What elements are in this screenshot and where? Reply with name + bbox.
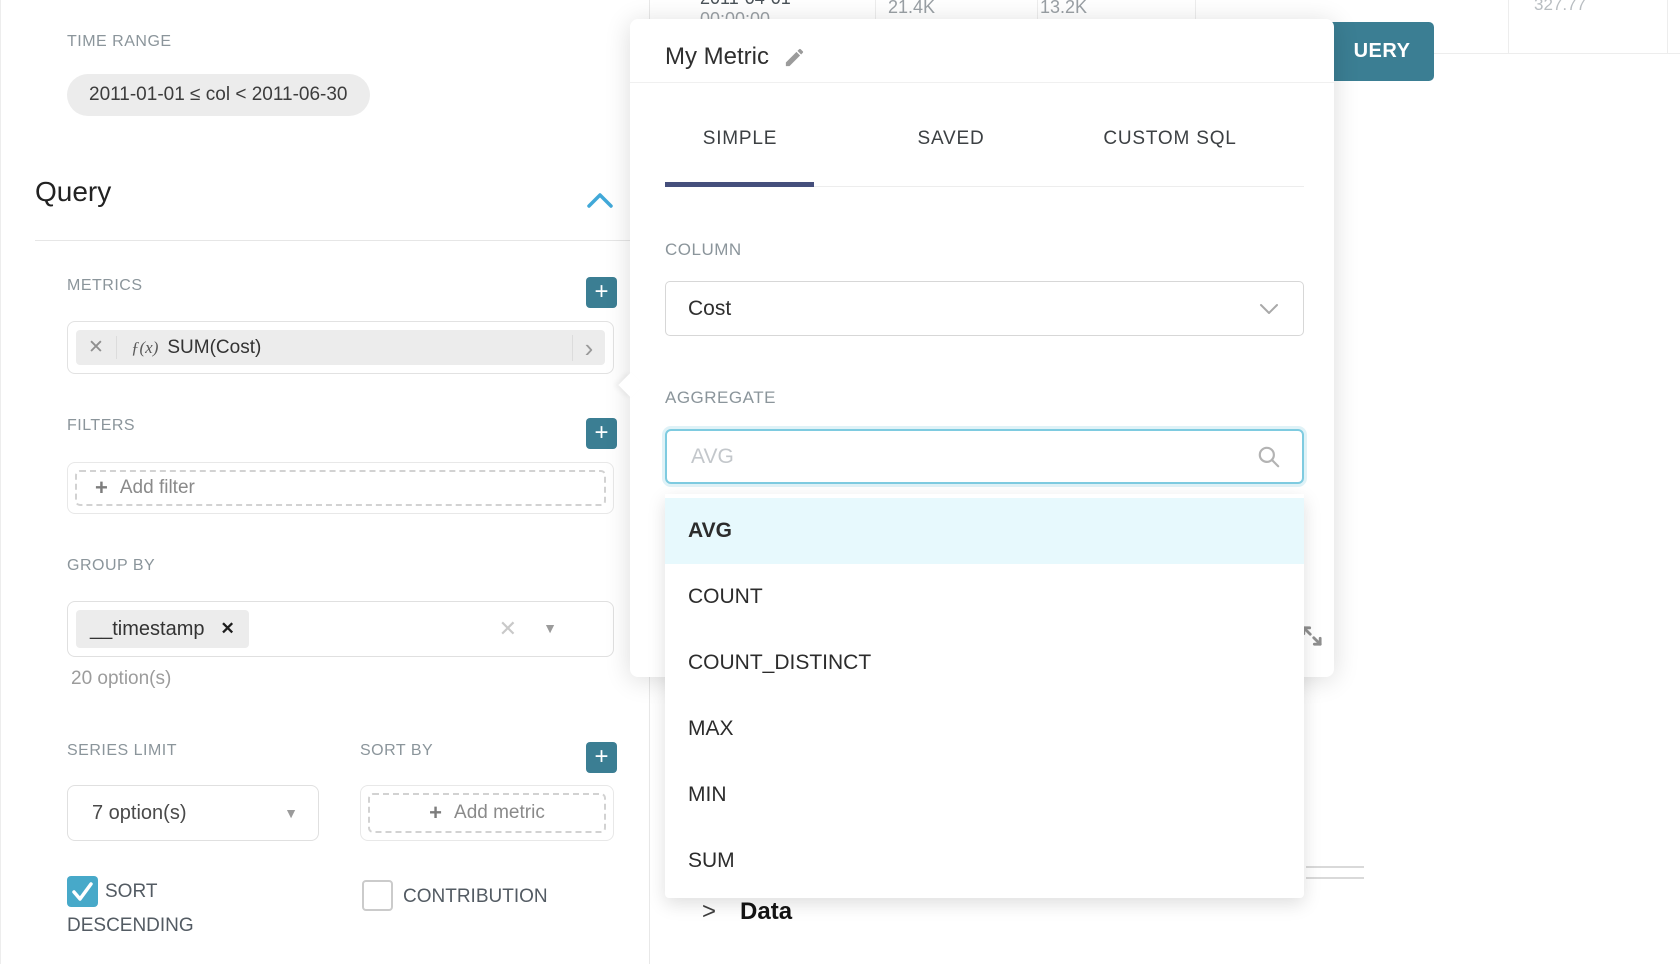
aggregate-label: AGGREGATE — [665, 388, 776, 408]
add-sort-metric-button[interactable]: + — [586, 742, 617, 773]
metric-pill[interactable]: ✕ ƒ(x) SUM(Cost) › — [76, 330, 605, 365]
aggregate-combobox[interactable] — [665, 429, 1304, 484]
edit-pencil-icon[interactable] — [783, 46, 806, 69]
sort-by-container: + Add metric — [360, 785, 614, 841]
group-by-tag-text: __timestamp — [90, 618, 205, 641]
group-by-select[interactable]: __timestamp ✕ ✕ ▼ — [67, 601, 614, 657]
group-by-label: GROUP BY — [67, 557, 155, 575]
plus-icon: + — [95, 475, 108, 501]
data-panel-header[interactable]: > Data — [702, 898, 792, 926]
contribution-label: CONTRIBUTION — [403, 886, 548, 908]
panel-divider-line — [1306, 877, 1364, 879]
tab-custom-sql[interactable]: CUSTOM SQL — [1078, 128, 1262, 150]
caret-down-icon[interactable]: ▼ — [543, 620, 557, 636]
sort-by-label: SORT BY — [360, 742, 433, 760]
remove-tag-icon[interactable]: ✕ — [221, 619, 235, 639]
add-sort-metric-text: Add metric — [454, 802, 545, 824]
aggregate-option[interactable]: COUNT_DISTINCT — [665, 630, 1304, 696]
popover-header-divider — [630, 82, 1334, 83]
clear-icon[interactable]: ✕ — [499, 616, 517, 642]
chevron-down-icon — [1259, 303, 1279, 315]
data-panel-title: Data — [740, 898, 792, 926]
tab-simple[interactable]: SIMPLE — [665, 128, 815, 150]
sort-descending-label-line1: SORT — [105, 881, 157, 903]
metrics-container: ✕ ƒ(x) SUM(Cost) › — [67, 321, 614, 374]
query-section-title: Query — [35, 176, 111, 208]
check-icon — [67, 876, 98, 907]
run-query-button[interactable]: UERY — [1330, 22, 1434, 81]
plus-icon: + — [429, 800, 442, 826]
tab-saved[interactable]: SAVED — [878, 128, 1024, 150]
group-by-tag[interactable]: __timestamp ✕ — [76, 610, 249, 648]
chevron-right-icon[interactable]: > — [702, 898, 716, 926]
filters-container: + Add filter — [67, 462, 614, 514]
series-limit-value: 7 option(s) — [92, 802, 187, 825]
table-cell-value: 327.77 — [1534, 0, 1586, 15]
column-select[interactable]: Cost — [665, 281, 1304, 336]
active-tab-underline — [665, 182, 814, 187]
time-range-value[interactable]: 2011-01-01 ≤ col < 2011-06-30 — [67, 74, 370, 116]
chevron-right-icon[interactable]: › — [572, 335, 605, 361]
panel-divider-line — [1306, 866, 1364, 868]
function-icon: ƒ(x) — [131, 338, 158, 358]
metrics-label: METRICS — [67, 277, 143, 295]
series-limit-select[interactable]: 7 option(s) ▼ — [67, 785, 319, 841]
group-by-hint: 20 option(s) — [71, 668, 171, 690]
add-sort-metric-dropzone[interactable]: + Add metric — [368, 793, 606, 833]
explore-screen: 2011-04-01 00:00:00 21.4K 13.2K 327.77 U… — [0, 0, 1680, 964]
table-cell-value: 13.2K — [1040, 0, 1087, 18]
table-column-border — [1667, 0, 1668, 53]
metric-name: SUM(Cost) — [167, 337, 261, 359]
sort-descending-checkbox[interactable] — [67, 876, 98, 907]
add-filter-button[interactable]: + — [586, 418, 617, 449]
add-filter-text: Add filter — [120, 477, 195, 499]
aggregate-option[interactable]: MAX — [665, 696, 1304, 762]
table-cell-value: 21.4K — [888, 0, 935, 18]
filters-label: FILTERS — [67, 417, 135, 435]
table-column-border — [1508, 0, 1509, 53]
contribution-checkbox[interactable] — [362, 880, 393, 911]
caret-down-icon: ▼ — [284, 805, 298, 821]
column-label: COLUMN — [665, 240, 742, 260]
remove-metric-icon[interactable]: ✕ — [76, 336, 117, 359]
section-divider — [35, 240, 649, 241]
aggregate-option[interactable]: MIN — [665, 762, 1304, 828]
aggregate-option[interactable]: SUM — [665, 828, 1304, 894]
search-icon — [1256, 444, 1282, 470]
sort-descending-label-line2: DESCENDING — [67, 915, 194, 937]
chevron-up-icon[interactable] — [587, 192, 613, 209]
aggregate-options-menu: AVG COUNT COUNT_DISTINCT MAX MIN SUM — [665, 494, 1304, 898]
series-limit-label: SERIES LIMIT — [67, 742, 177, 760]
add-metric-button[interactable]: + — [586, 277, 617, 308]
popover-title: My Metric — [665, 43, 769, 71]
add-filter-dropzone[interactable]: + Add filter — [75, 470, 606, 506]
column-value: Cost — [688, 297, 731, 321]
time-range-label: TIME RANGE — [67, 33, 172, 51]
aggregate-input[interactable] — [689, 444, 1256, 470]
aggregate-option[interactable]: AVG — [665, 498, 1304, 564]
aggregate-option[interactable]: COUNT — [665, 564, 1304, 630]
query-control-panel: TIME RANGE 2011-01-01 ≤ col < 2011-06-30… — [0, 0, 650, 964]
